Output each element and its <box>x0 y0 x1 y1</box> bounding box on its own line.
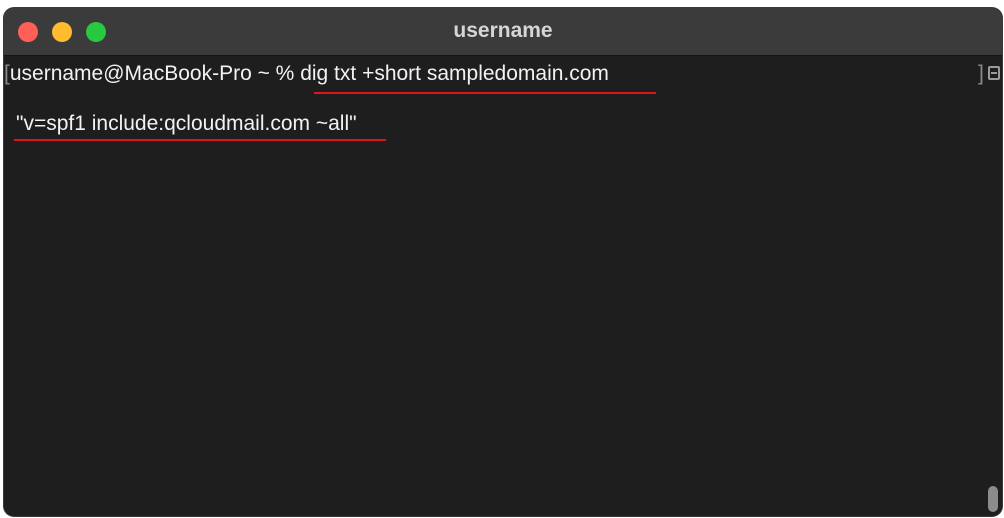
prompt-close-bracket: ] <box>978 62 984 85</box>
output-underline <box>14 139 386 141</box>
menu-icon[interactable] <box>988 66 1000 80</box>
prompt-text: username@MacBook-Pro ~ % <box>9 62 301 85</box>
terminal-window: username [username@MacBook-Pro ~ % dig t… <box>4 8 1002 516</box>
scrollbar-thumb[interactable] <box>988 486 998 512</box>
command-line: [username@MacBook-Pro ~ % dig txt +short… <box>4 62 609 86</box>
command-text: dig txt +short sampledomain.com <box>300 62 609 85</box>
terminal-content[interactable]: [username@MacBook-Pro ~ % dig txt +short… <box>4 56 1002 516</box>
output-line: "v=spf1 include:qcloudmail.com ~all" <box>16 112 357 135</box>
title-bar[interactable]: username <box>4 8 1002 56</box>
window-title: username <box>453 19 553 42</box>
command-underline <box>314 92 656 94</box>
